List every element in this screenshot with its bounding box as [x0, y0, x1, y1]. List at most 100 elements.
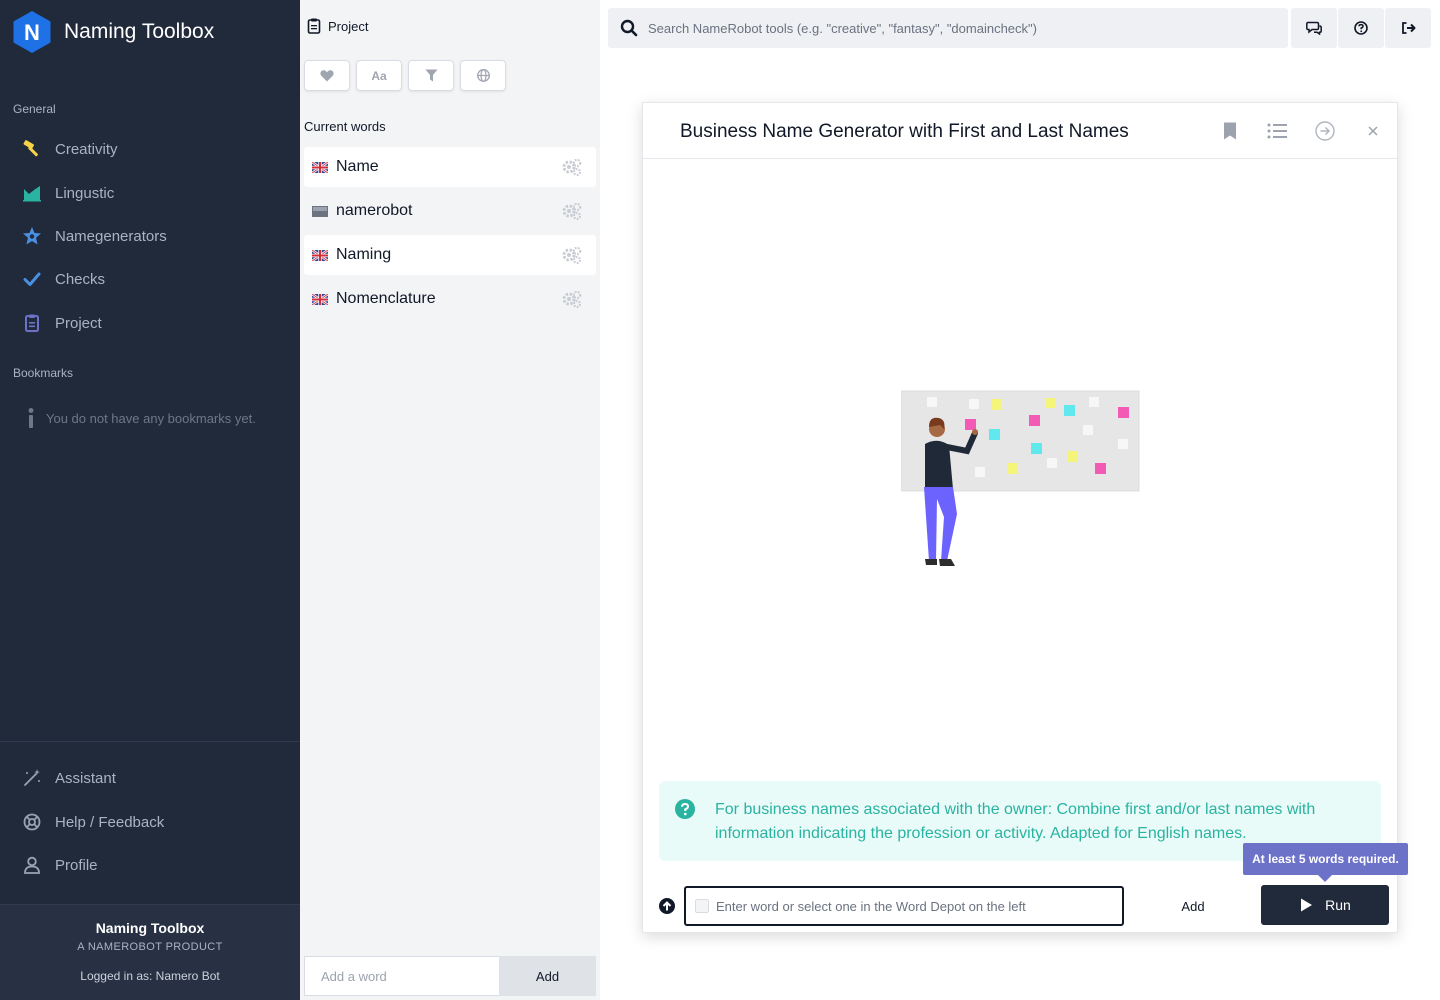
footer-subtitle: A NAMEROBOT PRODUCT — [77, 941, 223, 953]
close-modal-button[interactable] — [1360, 118, 1386, 144]
footer-title: Naming Toolbox — [95, 920, 205, 936]
project-title: Project — [328, 18, 369, 34]
add-word-form: Add — [304, 956, 596, 996]
logout-button[interactable] — [1385, 8, 1431, 48]
font-case-filter-button[interactable]: Aa — [356, 60, 402, 91]
add-word-button[interactable]: Add — [499, 956, 596, 996]
logo-letter: N — [24, 20, 40, 45]
favorites-filter-button[interactable] — [304, 60, 350, 91]
logged-in-text: Logged in as: Namero Bot — [80, 969, 220, 983]
nav-item-label: Creativity — [55, 140, 118, 158]
search-bar — [608, 8, 1288, 48]
open-tool-button[interactable] — [1312, 118, 1338, 144]
neutral-flag-icon — [312, 205, 328, 217]
upload-icon[interactable] — [659, 898, 675, 914]
word-input[interactable] — [716, 898, 1116, 914]
current-words-label: Current words — [304, 119, 386, 134]
sidebar: N Naming Toolbox General Creativity Ling… — [0, 0, 300, 1000]
gears-icon[interactable] — [562, 290, 582, 308]
list-icon — [1267, 123, 1287, 139]
star-badge-icon — [22, 226, 42, 246]
close-icon — [1368, 126, 1378, 136]
project-header: Project — [307, 18, 368, 34]
question-circle-icon — [675, 799, 695, 819]
bookmarks-section-label: Bookmarks — [13, 366, 74, 380]
nav-item-help-feedback[interactable]: Help / Feedback — [22, 810, 164, 834]
bookmark-button[interactable] — [1217, 118, 1243, 144]
nav-item-creativity[interactable]: Creativity — [22, 137, 118, 161]
add-button[interactable]: Add — [1163, 886, 1223, 926]
word-label: Nomenclature — [336, 290, 436, 307]
word-label: Name — [336, 158, 379, 175]
run-label: Run — [1325, 897, 1351, 913]
nav-item-project[interactable]: Project — [22, 311, 102, 335]
nav-item-label: Lingustic — [55, 184, 115, 202]
play-icon — [1301, 898, 1313, 912]
modal-title: Business Name Generator with First and L… — [680, 121, 1129, 142]
logout-icon — [1401, 22, 1415, 34]
modal-header: Business Name Generator with First and L… — [643, 103, 1397, 159]
help-button[interactable] — [1338, 8, 1384, 48]
sidebar-divider — [0, 741, 300, 742]
font-case-icon: Aa — [371, 68, 387, 83]
filter-icon — [425, 69, 437, 82]
hammer-icon — [22, 139, 42, 159]
nav-item-profile[interactable]: Profile — [22, 853, 98, 877]
check-icon — [22, 269, 42, 289]
app-logo-icon: N — [13, 11, 51, 53]
nav-item-label: Assistant — [55, 769, 116, 787]
chat-icon — [1306, 21, 1322, 35]
list-item[interactable]: Nomenclature — [304, 279, 596, 319]
run-button[interactable]: Run — [1261, 885, 1389, 925]
uk-flag-icon — [312, 249, 328, 261]
language-filter-button[interactable] — [460, 60, 506, 91]
bookmarks-empty-message: You do not have any bookmarks yet. — [26, 407, 256, 429]
general-section-label: General — [13, 102, 56, 116]
nav-item-label: Help / Feedback — [55, 813, 165, 831]
search-input[interactable] — [648, 20, 1268, 36]
add-word-input[interactable] — [304, 956, 499, 996]
tool-modal: Business Name Generator with First and L… — [642, 102, 1398, 933]
nav-item-namegenerators[interactable]: Namegenerators — [22, 224, 167, 248]
list-view-button[interactable] — [1264, 118, 1290, 144]
clipboard-icon — [22, 313, 42, 333]
nav-item-lingustic[interactable]: Lingustic — [22, 181, 114, 205]
heart-icon — [320, 70, 334, 82]
project-filters: Aa — [304, 60, 506, 91]
gears-icon[interactable] — [562, 246, 582, 264]
lifebuoy-icon — [22, 812, 42, 832]
illustration-person-sticky-notes — [901, 390, 1140, 566]
magic-wand-icon — [22, 768, 42, 788]
word-list: Name namerobot Naming Nomenclature — [304, 147, 596, 323]
uk-flag-icon — [312, 293, 328, 305]
user-icon — [22, 855, 42, 875]
area-chart-icon — [22, 183, 42, 203]
nav-item-label: Checks — [55, 270, 106, 288]
nav-item-label: Project — [55, 314, 102, 332]
clipboard-icon — [307, 18, 321, 34]
gears-icon[interactable] — [562, 202, 582, 220]
nav-item-checks[interactable]: Checks — [22, 267, 105, 291]
nav-item-assistant[interactable]: Assistant — [22, 766, 116, 790]
globe-icon — [476, 69, 490, 82]
bookmarks-empty-text: You do not have any bookmarks yet. — [46, 410, 256, 426]
min-words-tooltip: At least 5 words required. — [1243, 843, 1408, 882]
word-entry-bar: Add Run — [643, 877, 1397, 933]
question-circle-icon — [1354, 21, 1368, 35]
nav-item-label: Namegenerators — [55, 227, 167, 245]
app-name: Naming Toolbox — [64, 20, 215, 43]
word-input-field — [684, 886, 1124, 926]
search-icon — [620, 19, 638, 37]
arrow-circle-right-icon — [1315, 121, 1335, 141]
gears-icon[interactable] — [562, 158, 582, 176]
tool-description-text: For business names associated with the o… — [715, 801, 1316, 842]
brand[interactable]: N Naming Toolbox — [12, 10, 214, 54]
chat-button[interactable] — [1291, 8, 1337, 48]
filter-button[interactable] — [408, 60, 454, 91]
select-checkbox[interactable] — [695, 899, 709, 913]
list-item[interactable]: Naming — [304, 235, 596, 275]
list-item[interactable]: namerobot — [304, 191, 596, 231]
word-label: namerobot — [336, 202, 413, 219]
word-label: Naming — [336, 246, 392, 263]
list-item[interactable]: Name — [304, 147, 596, 187]
